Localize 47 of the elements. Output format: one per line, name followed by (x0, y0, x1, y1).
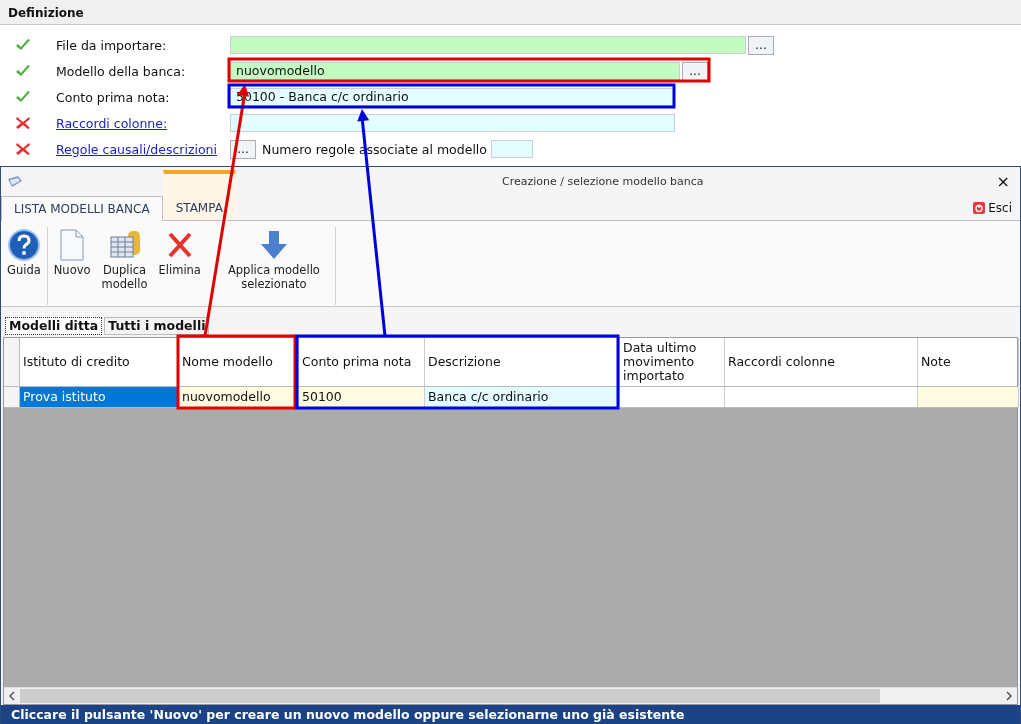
toolbar-button[interactable]: Nuovo (51, 227, 93, 279)
text-field[interactable]: nuovomodello (230, 62, 680, 80)
section-title: Definizione (0, 0, 1021, 25)
app-icon (7, 174, 23, 189)
ribbon-tab[interactable]: STAMPA (162, 170, 236, 220)
count-field[interactable] (491, 140, 533, 158)
table-database-icon (107, 229, 142, 261)
power-icon (973, 202, 986, 214)
column-header[interactable]: Raccordi colonne (725, 338, 918, 386)
toolbar-button[interactable]: Guida (5, 227, 43, 279)
column-header[interactable]: Data ultimo movimento importato (620, 338, 725, 386)
window-title: Creazione / selezione modello banca (501, 175, 705, 188)
scrollbar-thumb[interactable] (20, 689, 880, 703)
link[interactable]: Raccordi colonne: (56, 115, 217, 131)
field-label: Conto prima nota: (56, 89, 171, 105)
ribbon-tab[interactable]: LISTA MODELLI BANCA (1, 196, 163, 221)
table-cell[interactable]: 50100 (299, 387, 425, 407)
text-field[interactable] (230, 36, 746, 54)
column-header[interactable]: Conto prima nota (299, 338, 425, 386)
close-button[interactable]: × (992, 172, 1014, 191)
exit-button[interactable]: Esci (967, 200, 1018, 216)
toolbar-button[interactable]: Duplica modello (92, 227, 157, 293)
scroll-left-icon[interactable] (8, 691, 16, 701)
field-label: Modello della banca: (56, 63, 187, 79)
column-header[interactable]: Istituto di credito (20, 338, 179, 386)
browse-button[interactable]: ... (748, 35, 774, 55)
field-label: File da importare: (56, 37, 168, 53)
list-tab[interactable]: Tutti i modelli (104, 317, 210, 335)
toolbar-button[interactable]: Elimina (156, 227, 203, 279)
status-bar: Cliccare il pulsante 'Nuovo' per creare un nuovo modello oppure selezionarne uno già esistente (1, 705, 1020, 724)
down-arrow-icon (259, 229, 288, 261)
column-header[interactable]: Nome modello (179, 338, 299, 386)
text-field[interactable] (230, 114, 675, 132)
column-header[interactable]: Descrizione (425, 338, 620, 386)
table-cell[interactable] (918, 387, 1019, 407)
browse-button[interactable]: ... (682, 61, 708, 81)
list-tab[interactable]: Modelli ditta (5, 317, 103, 335)
row-header[interactable] (4, 387, 20, 407)
scroll-right-icon[interactable] (1005, 691, 1013, 701)
help-icon (7, 229, 40, 261)
horizontal-scrollbar[interactable] (4, 687, 1017, 704)
table-cell[interactable]: Banca c/c ordinario (425, 387, 620, 407)
link[interactable]: Regole causali/descrizioni (56, 141, 218, 157)
table-cell[interactable]: Prova istituto (20, 387, 179, 407)
toolbar-button[interactable]: Applica modello selezionato (216, 227, 331, 293)
document-icon (59, 229, 86, 261)
column-header[interactable]: Note (918, 338, 1019, 386)
